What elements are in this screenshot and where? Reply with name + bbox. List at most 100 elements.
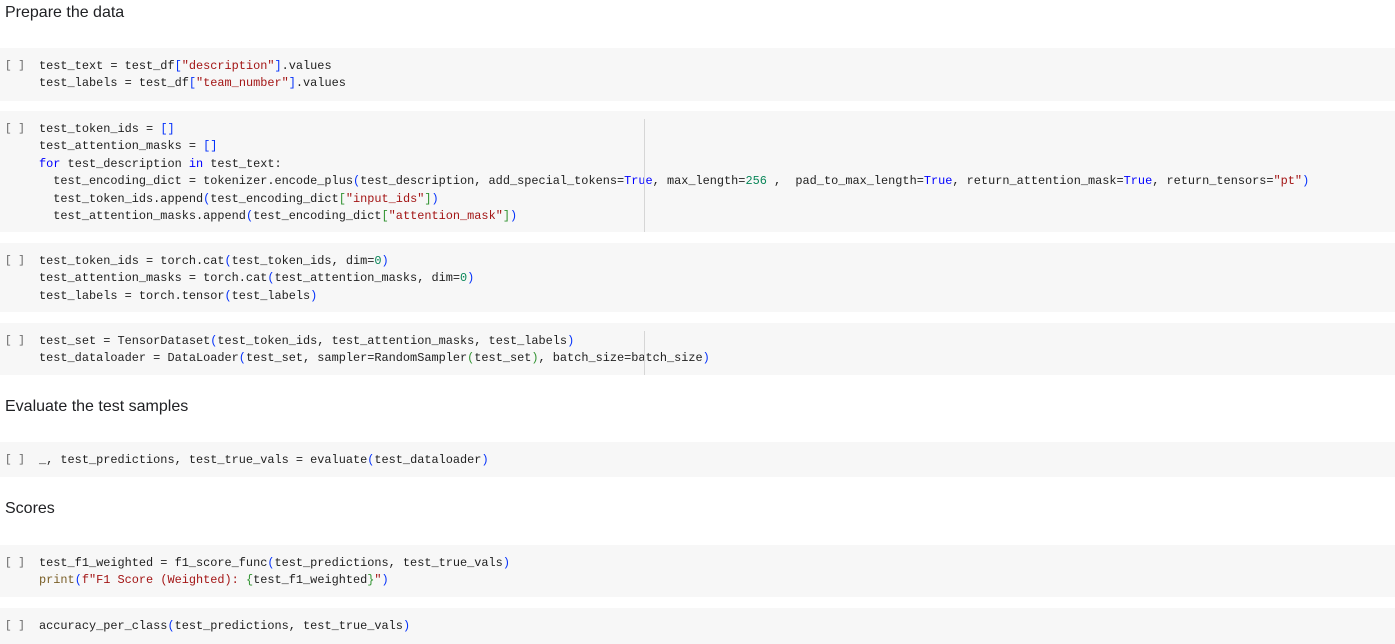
code-token: 0 (374, 254, 382, 268)
run-cell-button[interactable]: [ ] (5, 618, 25, 636)
code-token: test_token_ids.append (39, 191, 204, 206)
code-line: test_dataloader = DataLoader(test_set, s… (39, 350, 710, 367)
code-line: test_encoding_dict = tokenizer.encode_pl… (39, 173, 1309, 190)
code-token: " (374, 573, 382, 588)
code-token: test_set, sampler=RandomSampler (245, 351, 468, 366)
code-token: .values (295, 76, 346, 91)
code-token: ( (74, 573, 82, 588)
code-token: test_labels = test_df (39, 76, 189, 91)
code-cell-4[interactable]: [ ] test_set = TensorDataset (test_token_… (0, 323, 1395, 375)
code-editor[interactable]: test_set = TensorDataset (test_token_ids,… (39, 333, 710, 368)
code-token: test_attention_masks.append (39, 208, 246, 223)
code-line: test_f1_weighted = f1_score_func(test_pr… (39, 555, 510, 572)
code-line: test_attention_masks.append(test_encodin… (39, 208, 1309, 225)
code-token: in (188, 156, 204, 171)
code-token: test_encoding_dict = tokenizer.encode_pl… (39, 174, 353, 189)
code-line: print(f"F1 Score (Weighted): {test_f1_we… (39, 572, 510, 589)
code-token: "attention_mask" (388, 208, 503, 223)
code-token: _, test_predictions, test_true_vals = ev… (39, 453, 368, 467)
code-line: test_token_ids = [] (39, 121, 1309, 138)
code-token: ] (274, 59, 282, 73)
code-token: ) (502, 556, 510, 570)
code-token: test_description, add_special_tokens= (360, 174, 625, 189)
run-cell-button[interactable]: [ ] (5, 121, 25, 139)
code-token: test_attention_masks = (39, 139, 204, 154)
code-token: test_set (474, 351, 532, 366)
code-line: test_attention_masks = torch.cat(test_at… (39, 270, 474, 287)
code-cell-3[interactable]: [ ] test_token_ids = torch.cat(test_toke… (0, 243, 1395, 312)
line-length-ruler (644, 331, 645, 375)
code-token: test_attention_masks, dim= (274, 271, 461, 286)
code-token: ) (509, 208, 518, 223)
code-token: ) (531, 351, 539, 366)
run-cell-button[interactable]: [ ] (5, 58, 25, 76)
code-token: [] (203, 139, 218, 154)
code-token: test_encoding_dict (253, 208, 382, 223)
code-token: test_labels = torch.tensor (39, 288, 225, 303)
code-token: ) (481, 453, 489, 467)
code-cell-1[interactable]: [ ] test_text = test_df["description"].v… (0, 48, 1395, 101)
code-editor[interactable]: test_f1_weighted = f1_score_func ( test_pr… (39, 555, 510, 590)
code-token: ] (424, 191, 432, 206)
code-token: ) (1302, 174, 1310, 189)
code-token: , batch_size=batch_size (538, 351, 703, 366)
code-line: test_attention_masks = [] (39, 138, 1309, 155)
code-token: [ (381, 208, 389, 223)
code-token: True (1123, 174, 1153, 189)
code-editor[interactable]: test_text = test_df["description"].value… (39, 58, 346, 93)
code-line: test_set = TensorDataset(test_token_ids,… (39, 333, 710, 350)
code-token: "input_ids" (345, 191, 425, 206)
code-token: test_predictions, test_true_vals (274, 556, 503, 570)
code-token: [ (338, 191, 346, 206)
code-cell-2[interactable]: [ ] test_token_ids = [] test_attention_ma… (0, 111, 1395, 232)
code-token: "team_number" (196, 76, 289, 91)
code-line: test_labels = torch.tensor(test_labels) (39, 288, 474, 305)
notebook: Prepare the data [ ] test_text = test_df… (0, 0, 1395, 644)
code-cell-5[interactable]: [ ] _, test_predictions, test_true_vals … (0, 442, 1395, 477)
code-editor[interactable]: accuracy_per_class(test_predictions, tes… (39, 618, 410, 635)
line-length-ruler (644, 119, 645, 232)
code-cell-6[interactable]: [ ] test_f1_weighted = f1_score_func ( tes… (0, 545, 1395, 597)
code-token: ( (224, 254, 232, 268)
code-token: test_text = test_df (39, 59, 175, 73)
code-token: test_token_ids = (39, 122, 161, 136)
run-cell-button[interactable]: [ ] (5, 253, 25, 271)
heading-evaluate-test-samples: Evaluate the test samples (5, 398, 189, 415)
code-token: True (624, 174, 653, 189)
code-line: test_token_ids.append(test_encoding_dict… (39, 191, 1309, 208)
code-token: test_labels (231, 288, 311, 303)
code-token: [ (174, 59, 182, 73)
run-cell-button[interactable]: [ ] (5, 452, 25, 470)
code-token: test_f1_weighted = f1_score_func (39, 556, 268, 570)
code-token: ) (467, 271, 475, 286)
code-token: test_description (60, 156, 189, 171)
code-token: ( (245, 208, 254, 223)
code-line: test_labels = test_df["team_number"].val… (39, 75, 346, 92)
run-cell-button[interactable]: [ ] (5, 555, 25, 573)
code-token: accuracy_per_class (39, 619, 168, 633)
code-token: ) (381, 254, 389, 268)
code-token: ) (402, 619, 411, 633)
code-token: , return_tensors= (1152, 174, 1274, 189)
code-editor[interactable]: _, test_predictions, test_true_vals = ev… (39, 452, 489, 469)
code-token: ) (567, 334, 575, 348)
code-editor[interactable]: test_token_ids = torch.cat(test_token_id… (39, 253, 474, 305)
code-token: "description" (181, 59, 275, 73)
code-token: test_token_ids, test_attention_masks, te… (217, 334, 568, 348)
code-token: [] (160, 122, 175, 136)
code-token: test_token_ids, dim= (231, 254, 375, 268)
code-token: [ (188, 76, 196, 91)
code-token: ) (702, 351, 710, 366)
code-token: test_dataloader (374, 453, 482, 467)
code-token: , return_attention_mask= (952, 174, 1124, 189)
code-token: test_dataloader = DataLoader (39, 351, 239, 366)
code-token: ( (167, 619, 175, 633)
code-token: test_token_ids = torch.cat (39, 254, 225, 268)
code-token: 256 (745, 174, 767, 189)
code-cell-7[interactable]: [ ] accuracy_per_class(test_predictions,… (0, 608, 1395, 644)
code-token: ( (224, 288, 232, 303)
code-token: test_attention_masks = torch.cat (39, 271, 268, 286)
code-line: _, test_predictions, test_true_vals = ev… (39, 452, 489, 469)
run-cell-button[interactable]: [ ] (5, 333, 25, 351)
code-editor[interactable]: test_token_ids = [] test_attention_masks … (39, 121, 1309, 225)
